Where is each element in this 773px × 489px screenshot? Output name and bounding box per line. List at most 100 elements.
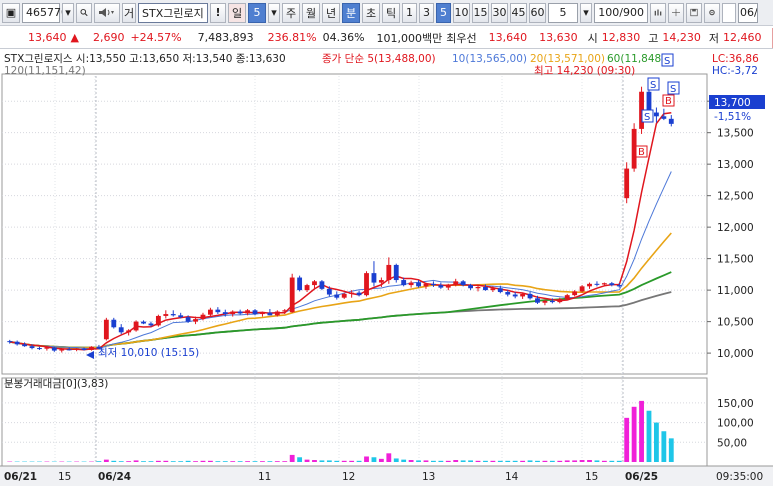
low-value: 12,460 [723, 31, 762, 44]
menu-icon[interactable]: ▣ [2, 3, 20, 23]
candle-body [409, 283, 414, 286]
date-field[interactable]: 06/ [738, 3, 758, 23]
candle-body [498, 288, 503, 292]
x-tick-label: 14 [505, 471, 519, 483]
view-count-field[interactable]: 100/900 [594, 3, 648, 23]
count-input[interactable]: 5 [548, 3, 578, 23]
crosshair-icon [672, 7, 680, 18]
volume-bar [193, 461, 198, 462]
code-dropdown-button[interactable]: ▾ [62, 3, 74, 23]
stock-name-field[interactable]: STX그린로지 [138, 3, 208, 23]
x-tick-label: 06/21 [4, 471, 37, 483]
period-count-dropdown[interactable]: ▾ [268, 3, 280, 23]
volume-bar [446, 461, 451, 462]
price-chart[interactable]: 14,00013,50013,00012,50012,00011,50011,0… [0, 50, 773, 486]
minute-30[interactable]: 30 [491, 3, 508, 23]
minute-10[interactable]: 10 [453, 3, 470, 23]
speaker-button[interactable] [94, 3, 120, 23]
minute-45[interactable]: 45 [510, 3, 527, 23]
candle-body [654, 113, 659, 117]
indicator-button[interactable] [650, 3, 666, 23]
volume-bar [565, 460, 570, 462]
save-button[interactable] [686, 3, 702, 23]
minute-1[interactable]: 1 [402, 3, 417, 23]
candle-body [30, 346, 35, 348]
volume-bar [364, 456, 369, 462]
volume-bar [119, 461, 124, 462]
volume-bar [587, 460, 592, 462]
minute-5[interactable]: 5 [436, 3, 451, 23]
legend-title: STX그린로지스 시:13,550 고:13,650 저:13,540 종:13… [4, 53, 286, 65]
volume-bar [572, 460, 577, 462]
info-button[interactable]: ! [210, 3, 226, 23]
turnover-percent: 04.36% [323, 31, 365, 44]
market-button[interactable]: 거 [122, 3, 136, 23]
period-count-select[interactable]: 5 [248, 3, 266, 23]
candle-body [431, 284, 436, 285]
count-dropdown[interactable]: ▾ [580, 3, 592, 23]
speaker-icon [98, 7, 116, 18]
candle-body [602, 283, 607, 284]
candle-body [193, 319, 198, 322]
checkbox[interactable] [722, 3, 736, 23]
candle-body [327, 289, 332, 295]
candle-body [320, 281, 325, 289]
high-value: 14,230 [662, 31, 701, 44]
tab-year[interactable]: 년 [322, 3, 340, 23]
count-value: 5 [560, 6, 567, 19]
y-tick-label: 10,500 [717, 317, 754, 329]
lc-value: LC:36,86 [712, 53, 759, 65]
volume-bar [624, 418, 629, 462]
volume-bar [416, 460, 421, 462]
candle-body [528, 294, 533, 298]
candle-body [290, 278, 295, 313]
legend-ma10: 10(13,565,00) [452, 53, 527, 65]
svg-text:S: S [664, 56, 670, 67]
volume-bar [320, 460, 325, 462]
candle-body [59, 349, 64, 350]
chart-area[interactable]: 14,00013,50013,00012,50012,00011,50011,0… [0, 50, 773, 486]
volume-bar [580, 460, 585, 462]
stock-code-input[interactable]: 465770 [22, 3, 60, 23]
volume-bar [163, 461, 168, 462]
volume-bar [520, 461, 525, 462]
minute-10-label: 10 [455, 6, 469, 19]
volume-bar [297, 457, 302, 462]
tab-tick[interactable]: 틱 [382, 3, 400, 23]
volume-bar [327, 460, 332, 462]
current-price: 13,640 [28, 31, 67, 44]
y-tick-label: 12,000 [717, 222, 754, 234]
candle-body [595, 284, 600, 285]
minute-15[interactable]: 15 [472, 3, 489, 23]
volume-bar [223, 461, 228, 462]
tab-month[interactable]: 월 [302, 3, 320, 23]
candle-body [67, 349, 72, 350]
minute-60-label: 60 [531, 6, 545, 19]
candle-body [260, 313, 265, 314]
settings-button[interactable] [704, 3, 720, 23]
minute-5-label: 5 [440, 6, 447, 19]
crosshair-button[interactable] [668, 3, 684, 23]
search-button[interactable] [76, 3, 92, 23]
volume-bar [215, 461, 220, 462]
candle-body [89, 347, 94, 350]
volume-bar [372, 457, 377, 462]
minute-60[interactable]: 60 [529, 3, 546, 23]
tab-minute[interactable]: 분 [342, 3, 360, 23]
tab-week[interactable]: 주 [282, 3, 300, 23]
volume-bar [602, 461, 607, 462]
volume-axis-label: 100,00 [717, 418, 754, 430]
candle-body [238, 312, 243, 314]
tab-second[interactable]: 초 [362, 3, 380, 23]
minute-3[interactable]: 3 [419, 3, 434, 23]
volume-bar [609, 461, 614, 462]
volume-bar [431, 461, 436, 462]
svg-text:B: B [665, 96, 672, 107]
volume-bar [126, 461, 131, 462]
tab-day[interactable]: 일 [228, 3, 246, 23]
legend-ma120: 120(11,151,42) [4, 65, 86, 77]
x-tick-label: 15 [585, 471, 598, 483]
y-tick-label: 13,000 [717, 159, 754, 171]
candle-body [282, 310, 287, 311]
change-value: 2,690 [93, 31, 125, 44]
